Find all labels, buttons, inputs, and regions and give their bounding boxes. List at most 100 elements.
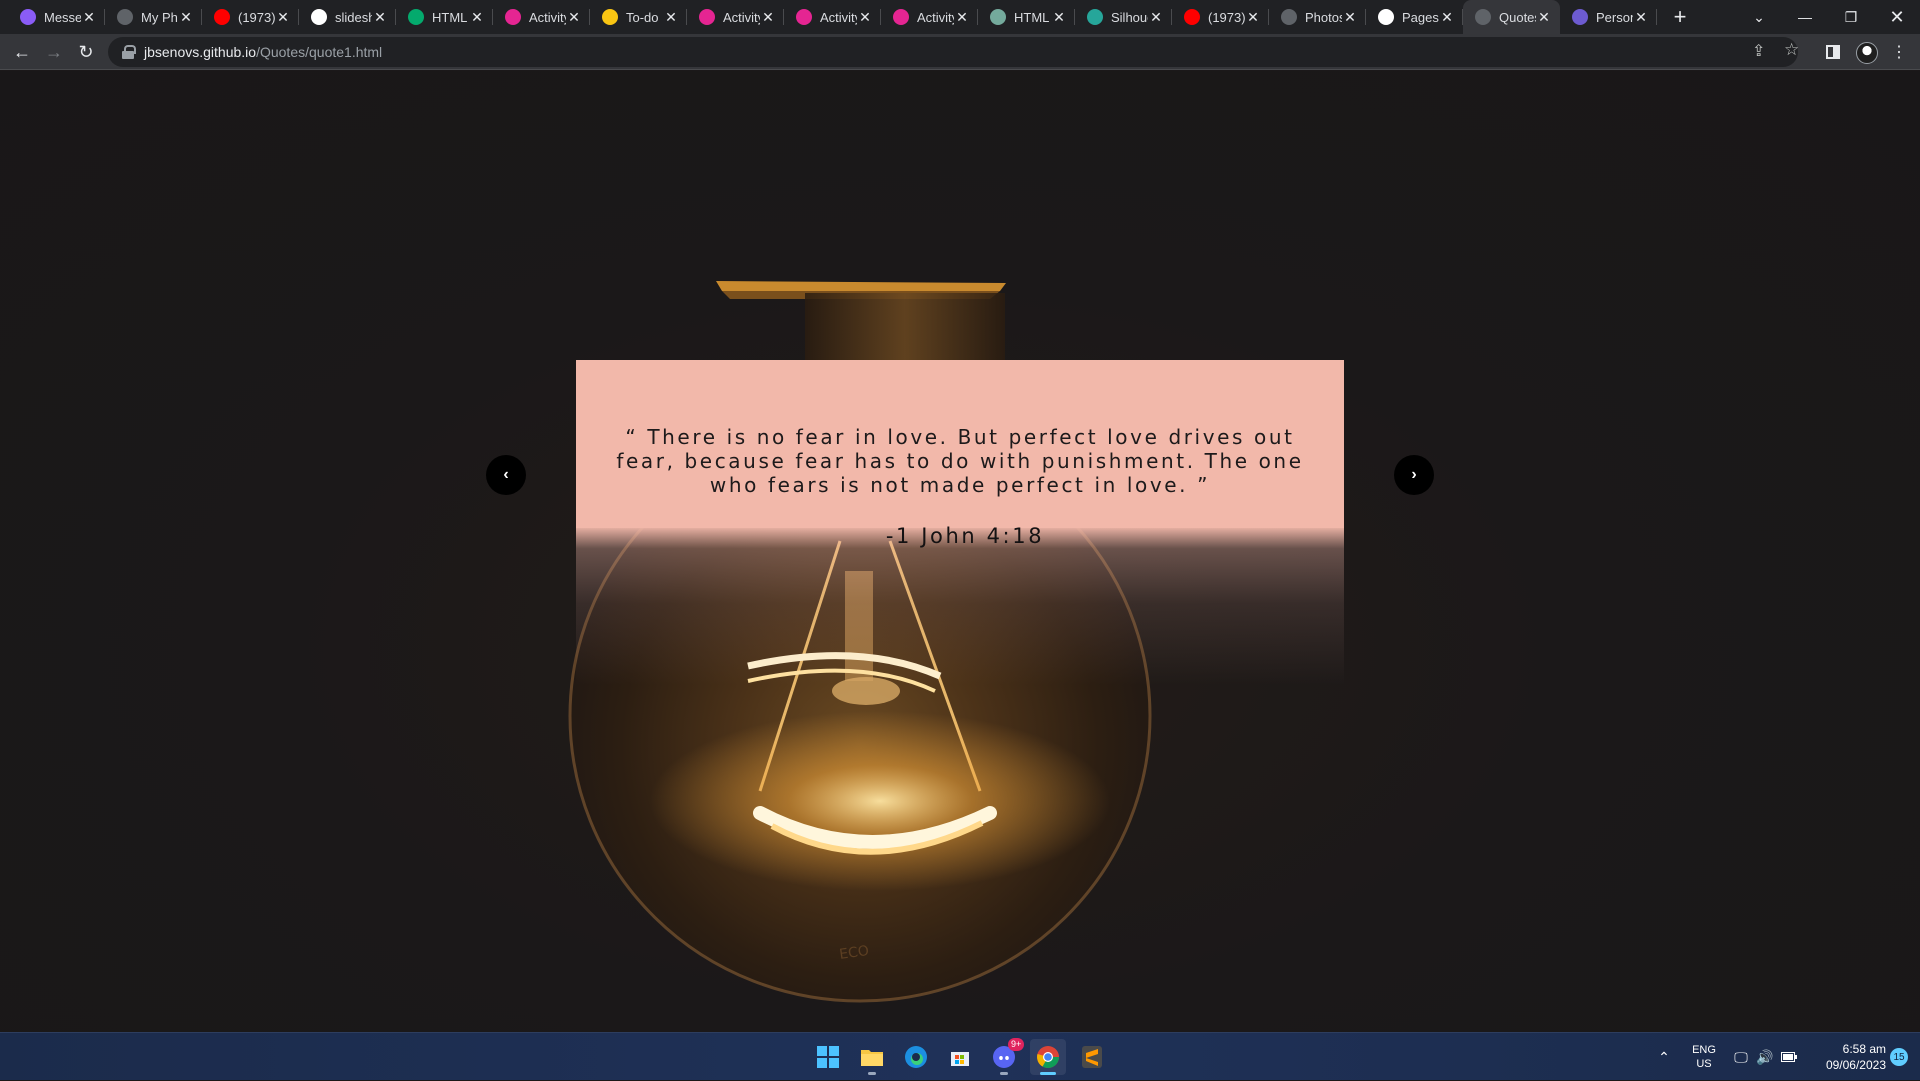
youtube-icon <box>1184 9 1200 25</box>
address-bar[interactable]: jbsenovs.github.io/Quotes/quote1.html <box>108 37 1798 67</box>
start-button[interactable] <box>810 1039 846 1075</box>
browser-tab[interactable]: Activity✕ <box>784 0 881 34</box>
tab-title: Activity <box>723 9 760 25</box>
browser-tab[interactable]: Activity✕ <box>493 0 590 34</box>
tab-close-icon[interactable]: ✕ <box>1536 9 1552 25</box>
tab-close-icon[interactable]: ✕ <box>566 9 582 25</box>
tab-search-icon[interactable]: ⌄ <box>1736 0 1782 34</box>
tab-close-icon[interactable]: ✕ <box>1051 9 1067 25</box>
tab-title: slideshow <box>335 9 372 25</box>
tray-chevron-icon[interactable]: ⌃ <box>1652 1033 1676 1081</box>
tab-close-icon[interactable]: ✕ <box>1148 9 1164 25</box>
url-path: /Quotes/quote1.html <box>256 44 383 60</box>
tab-title: Silhouette <box>1111 9 1148 25</box>
browser-tab[interactable]: Messenger✕ <box>8 0 105 34</box>
network-icon[interactable]: 🖵 <box>1730 1033 1752 1081</box>
minimize-button[interactable]: — <box>1782 0 1828 34</box>
edge-button[interactable] <box>898 1039 934 1075</box>
tab-close-icon[interactable]: ✕ <box>275 9 291 25</box>
tab-title: (1973) <box>238 9 275 25</box>
tab-close-icon[interactable]: ✕ <box>760 9 776 25</box>
discord-badge: 9+ <box>1008 1038 1025 1051</box>
browser-tab[interactable]: (1973) ✕ <box>1172 0 1269 34</box>
tab-close-icon[interactable]: ✕ <box>1439 9 1455 25</box>
browser-tab[interactable]: Personal✕ <box>1560 0 1657 34</box>
tab-close-icon[interactable]: ✕ <box>1342 9 1358 25</box>
browser-tab[interactable]: Photos ✕ <box>1269 0 1366 34</box>
volume-icon[interactable]: 🔊 <box>1754 1033 1776 1081</box>
browser-tab[interactable]: HTML ✕ <box>396 0 493 34</box>
windows-taskbar: 9+ ⌃ ENG US 🖵 🔊 6:58 am 09/06/2023 15 <box>0 1032 1920 1080</box>
profile-avatar[interactable] <box>1856 42 1878 64</box>
browser-tab[interactable]: To-do ✕ <box>590 0 687 34</box>
classroom-icon <box>893 9 909 25</box>
globe-icon <box>117 9 133 25</box>
tab-close-icon[interactable]: ✕ <box>857 9 873 25</box>
tab-title: Quotes <box>1499 9 1536 25</box>
new-tab-button[interactable]: + <box>1663 0 1697 34</box>
file-explorer-button[interactable] <box>854 1039 890 1075</box>
language-indicator[interactable]: ENG US <box>1686 1033 1722 1081</box>
tab-close-icon[interactable]: ✕ <box>469 9 485 25</box>
sublime-icon <box>1082 1046 1102 1068</box>
tab-title: To-do <box>626 9 659 25</box>
youtube-icon <box>214 9 230 25</box>
notification-count-badge: 15 <box>1890 1048 1908 1066</box>
bookmark-star-icon[interactable]: ☆ <box>1784 40 1799 60</box>
prev-quote-button[interactable]: ‹ <box>486 455 526 495</box>
forward-button[interactable]: → <box>40 38 68 66</box>
menu-kebab-icon[interactable]: ⋮ <box>1888 41 1910 63</box>
tab-close-icon[interactable]: ✕ <box>1245 9 1261 25</box>
tab-strip: Messenger✕My Photos✕(1973)✕slideshow✕HTM… <box>0 0 1920 34</box>
browser-tab[interactable]: HTML ✕ <box>978 0 1075 34</box>
tab-title: Personal <box>1596 9 1633 25</box>
close-window-button[interactable]: ✕ <box>1874 0 1920 34</box>
openai-icon <box>990 9 1006 25</box>
clock[interactable]: 6:58 am 09/06/2023 <box>1806 1033 1886 1081</box>
quote-author: -1 John 4:18 <box>885 524 1045 548</box>
globe-icon <box>1281 9 1297 25</box>
tab-title: Activity <box>917 9 954 25</box>
browser-tab[interactable]: Silhouette✕ <box>1075 0 1172 34</box>
sublime-text-button[interactable] <box>1074 1039 1110 1075</box>
tab-close-icon[interactable]: ✕ <box>1633 9 1649 25</box>
browser-tab[interactable]: slideshow✕ <box>299 0 396 34</box>
browser-tab[interactable]: Activity✕ <box>687 0 784 34</box>
messenger-icon <box>20 9 36 25</box>
reload-button[interactable]: ↻ <box>72 38 100 66</box>
browser-tab[interactable]: My Photos✕ <box>105 0 202 34</box>
battery-icon[interactable] <box>1778 1033 1800 1081</box>
classroom-icon <box>699 9 715 25</box>
browser-toolbar: ← → ↻ jbsenovs.github.io/Quotes/quote1.h… <box>0 34 1920 70</box>
tab-close-icon[interactable]: ✕ <box>663 9 679 25</box>
folder-icon <box>861 1050 883 1066</box>
side-panel-icon[interactable] <box>1822 41 1844 63</box>
tab-title: Activity <box>529 9 566 25</box>
browser-tab[interactable]: Activity✕ <box>881 0 978 34</box>
tab-close-icon[interactable]: ✕ <box>954 9 970 25</box>
tab-title: HTML <box>432 9 468 25</box>
browser-tab[interactable]: Quotes✕ <box>1463 0 1560 34</box>
edge-icon <box>905 1046 927 1068</box>
restore-button[interactable]: ❐ <box>1828 0 1874 34</box>
microsoft-store-button[interactable] <box>942 1039 978 1075</box>
share-icon[interactable]: ⇪ <box>1752 41 1765 61</box>
discord-button[interactable]: 9+ <box>986 1038 1025 1075</box>
browser-tab[interactable]: Pages ✕ <box>1366 0 1463 34</box>
tab-title: Photos <box>1305 9 1342 25</box>
w3schools-icon <box>408 9 424 25</box>
quote-card: “ There is no fear in love. But perfect … <box>576 360 1344 685</box>
tab-close-icon[interactable]: ✕ <box>81 9 97 25</box>
tab-close-icon[interactable]: ✕ <box>372 9 388 25</box>
browser-tab[interactable]: (1973) ✕ <box>202 0 299 34</box>
next-quote-button[interactable]: › <box>1394 455 1434 495</box>
notification-center-button[interactable]: 15 <box>1886 1033 1912 1081</box>
clock-time: 6:58 am <box>1842 1042 1886 1056</box>
chrome-button[interactable] <box>1030 1039 1066 1075</box>
back-button[interactable]: ← <box>8 38 36 66</box>
tab-close-icon[interactable]: ✕ <box>178 9 194 25</box>
lock-icon <box>122 45 136 59</box>
tab-title: Messenger <box>44 9 81 25</box>
quote-text: “ There is no fear in love. But perfect … <box>616 425 1304 497</box>
url-host: jbsenovs.github.io <box>144 44 257 60</box>
